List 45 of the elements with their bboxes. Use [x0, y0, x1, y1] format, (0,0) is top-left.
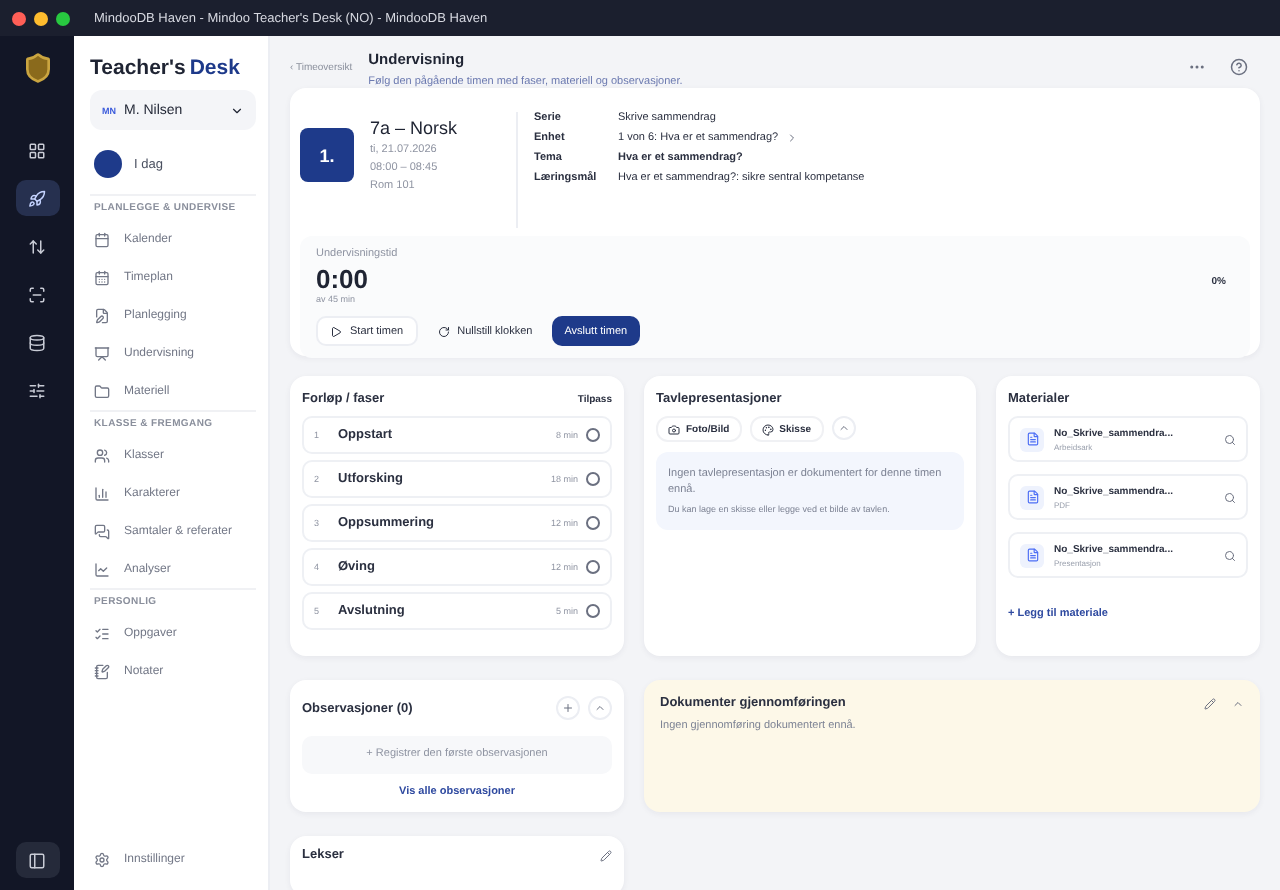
- plus-icon: [562, 702, 574, 714]
- document-icon: [1020, 543, 1044, 567]
- brand-title: Teacher's: [90, 56, 186, 80]
- lesson-number-badge: 1.: [300, 128, 354, 182]
- document-icon: [94, 307, 110, 323]
- document-icon: [1020, 485, 1044, 509]
- chat-icon: [94, 523, 110, 539]
- edit-icon[interactable]: [1204, 697, 1216, 709]
- calendar-icon: [94, 231, 110, 247]
- chevron-up-icon: [594, 702, 606, 714]
- play-icon: [330, 325, 342, 337]
- bar-chart-icon: [94, 485, 110, 501]
- brand-title-accent: Desk: [189, 56, 240, 80]
- shield-logo-icon: [21, 52, 53, 88]
- folder-icon: [94, 383, 110, 399]
- search-icon[interactable]: [1224, 433, 1236, 445]
- phase-checkbox[interactable]: [586, 472, 600, 486]
- maximize-window-button[interactable]: [56, 11, 70, 25]
- timer-value: 0:00: [316, 264, 369, 294]
- settings-icon: [94, 851, 110, 867]
- edit-icon[interactable]: [600, 849, 612, 861]
- search-icon[interactable]: [1224, 491, 1236, 503]
- phase-checkbox[interactable]: [586, 516, 600, 530]
- search-icon[interactable]: [1224, 549, 1236, 561]
- panel-toggle-icon[interactable]: [15, 842, 59, 878]
- notebook-icon: [94, 663, 110, 679]
- presentation-icon: [94, 345, 110, 361]
- phase-checkbox[interactable]: [586, 604, 600, 618]
- document-icon: [1020, 427, 1044, 451]
- people-icon: [94, 447, 110, 463]
- rotate-icon: [437, 325, 450, 337]
- phase-checkbox[interactable]: [586, 560, 600, 574]
- help-icon[interactable]: [1230, 58, 1248, 76]
- close-window-button[interactable]: [12, 11, 26, 25]
- rocket-icon[interactable]: [15, 180, 59, 216]
- palette-icon: [761, 423, 774, 435]
- camera-icon: [668, 423, 680, 435]
- schedule-icon: [94, 269, 110, 285]
- phase-checkbox[interactable]: [586, 428, 600, 442]
- chevron-up-icon: [837, 422, 850, 434]
- lesson-title: 7a – Norsk: [370, 118, 460, 138]
- checklist-icon: [94, 625, 110, 641]
- chevron-down-icon: [230, 103, 244, 117]
- line-chart-icon: [94, 561, 110, 577]
- minimize-window-button[interactable]: [34, 11, 48, 25]
